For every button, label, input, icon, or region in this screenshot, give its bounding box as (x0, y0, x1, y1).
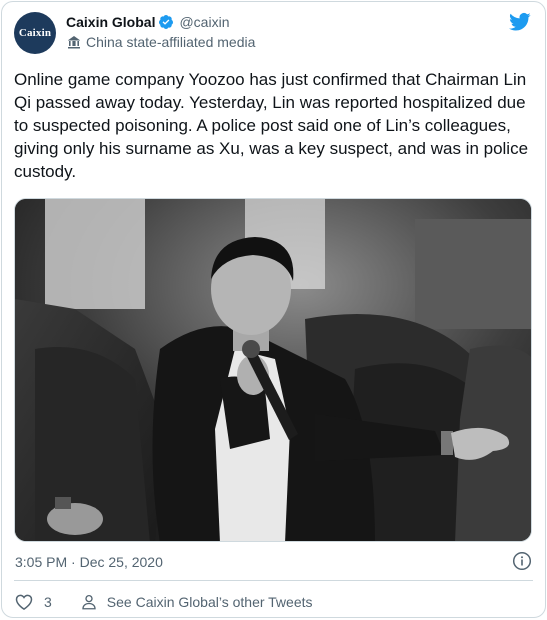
author-row: Caixin Global @caixin (66, 14, 229, 30)
state-media-label[interactable]: China state-affiliated media (66, 34, 255, 50)
avatar-logo-text: Caixin (18, 27, 52, 39)
info-icon[interactable] (512, 551, 532, 571)
author-handle[interactable]: @caixin (179, 14, 229, 30)
other-tweets-link-text: See Caixin Global’s other Tweets (106, 594, 313, 610)
verified-badge-icon (159, 15, 174, 29)
person-icon (82, 594, 96, 610)
tweet-card: Caixin Caixin Global @caixin China state… (1, 1, 546, 618)
like-count: 3 (44, 594, 52, 610)
state-media-icon (68, 36, 80, 49)
photo-man-speaking-image (15, 199, 531, 541)
avatar[interactable]: Caixin (14, 12, 56, 54)
tweet-actions: 3 See Caixin Global’s other Tweets (14, 590, 533, 614)
author-display-name[interactable]: Caixin Global (66, 14, 155, 30)
tweet-photo[interactable] (14, 198, 532, 542)
state-media-label-text: China state-affiliated media (86, 34, 256, 50)
twitter-bird-icon[interactable] (509, 12, 531, 32)
like-button[interactable]: 3 (14, 592, 52, 612)
heart-icon (15, 594, 33, 610)
tweet-header: Caixin Caixin Global @caixin China state… (14, 10, 533, 54)
tweet-timestamp[interactable]: 3:05 PM · Dec 25, 2020 (15, 554, 163, 570)
actions-divider (14, 580, 533, 581)
other-tweets-link[interactable]: See Caixin Global’s other Tweets (80, 593, 313, 611)
tweet-text: Online game company Yoozoo has just conf… (14, 70, 529, 181)
